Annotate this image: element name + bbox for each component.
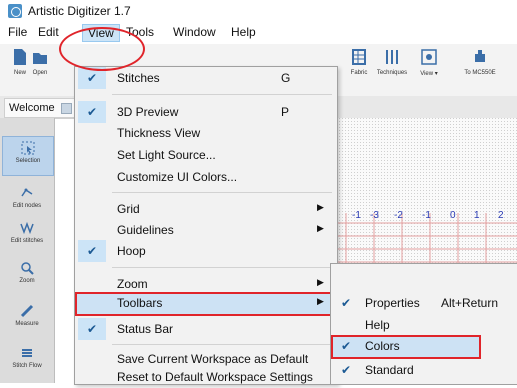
menu-item-hoop[interactable]: ✔ Hoop (75, 240, 335, 262)
submenu-item-label: Standard (365, 363, 414, 377)
menu-item-label: Thickness View (117, 126, 201, 140)
ruler-label: -1 (422, 210, 431, 221)
submenu-item-properties[interactable]: ✔ Properties Alt+Return (331, 292, 517, 314)
submenu-arrow-icon: ▶ (317, 223, 324, 233)
menu-item-label: Stitches (117, 71, 160, 85)
toolbar-open-button[interactable]: Open (20, 48, 60, 76)
tab-welcome-label: Welcome (9, 102, 55, 114)
tool-zoom-label: Zoom (19, 278, 35, 284)
menu-separator (112, 192, 332, 193)
toolbar-techniques-button[interactable]: Techniques (372, 48, 412, 76)
submenu-item-colors[interactable]: ✔ Colors (331, 335, 481, 359)
tab-welcome[interactable]: Welcome (4, 98, 77, 118)
menu-separator (112, 94, 332, 95)
tool-selection-label: Selection (15, 158, 41, 164)
edit-nodes-icon (21, 188, 33, 197)
tab-close-icon[interactable] (60, 102, 72, 114)
send-to-machine-icon (475, 50, 485, 62)
tool-measure-label: Measure (15, 321, 39, 327)
toolbar-send-label: To MC550E (464, 70, 496, 76)
ruler-label: 0 (450, 210, 456, 221)
app-logo-icon (8, 4, 22, 18)
menu-window[interactable]: Window (168, 24, 221, 40)
open-folder-icon (33, 53, 47, 64)
annotation-circle (59, 27, 145, 71)
checkmark-icon: ✔ (78, 318, 106, 340)
menu-item-thickness-view[interactable]: Thickness View (75, 122, 335, 144)
tool-measure[interactable]: Measure (2, 300, 52, 338)
tool-stitch-flow[interactable]: Stitch Flow (2, 342, 52, 380)
tool-edit-stitches-label: Edit stitches (10, 238, 44, 244)
window-title: Artistic Digitizer 1.7 (28, 4, 131, 18)
menu-help[interactable]: Help (226, 24, 261, 40)
toolbar-fabric-label: Fabric (350, 70, 368, 76)
checkmark-icon: ✔ (78, 240, 106, 262)
menu-separator (112, 344, 332, 345)
toolbar-open-label: Open (32, 70, 48, 76)
tool-edit-nodes[interactable]: Edit nodes (2, 182, 52, 220)
menu-item-toolbars[interactable]: Toolbars ▶ (75, 292, 335, 316)
tool-selection[interactable]: Selection (2, 136, 54, 176)
menu-item-label: Toolbars (117, 296, 163, 310)
shortcut-label: P (281, 105, 290, 119)
menu-edit[interactable]: Edit (33, 24, 64, 40)
toolbar-techniques-label: Techniques (376, 70, 408, 76)
measure-icon (20, 304, 34, 318)
submenu-arrow-icon: ▶ (317, 296, 324, 306)
menu-item-label: Zoom (117, 277, 148, 291)
menu-item-label: Set Light Source... (117, 148, 216, 162)
menu-item-set-light-source[interactable]: Set Light Source... (75, 144, 335, 166)
tool-edit-stitches[interactable]: Edit stitches (2, 217, 52, 255)
view-eye-icon (421, 49, 437, 65)
dropdown-arrow-icon: ▾ (433, 71, 438, 77)
stitch-flow-icon (22, 349, 32, 357)
menu-item-label: Save Current Workspace as Default (117, 352, 309, 366)
menu-item-label: Customize UI Colors... (117, 170, 238, 184)
ruler-label: -3 (370, 210, 379, 221)
zoom-magnifier-icon (21, 262, 34, 275)
checkmark-icon: ✔ (340, 296, 352, 310)
tool-edit-nodes-label: Edit nodes (12, 203, 42, 209)
submenu-item-label: Properties (365, 296, 420, 310)
checkmark-icon: ✔ (78, 101, 106, 123)
menu-item-reset-workspace[interactable]: Reset to Default Workspace Settings (75, 366, 335, 388)
shortcut-label: G (281, 71, 291, 85)
menu-separator (112, 267, 332, 268)
submenu-arrow-icon: ▶ (317, 277, 324, 287)
fabric-icon (352, 49, 366, 65)
menu-item-label: Grid (117, 202, 140, 216)
toolbar-view-label: View (420, 71, 434, 77)
tool-zoom[interactable]: Zoom (2, 257, 52, 295)
menu-item-label: Status Bar (117, 322, 174, 336)
submenu-item-standard[interactable]: ✔ Standard (331, 359, 517, 381)
menu-item-grid[interactable]: Grid ▶ (75, 198, 335, 220)
edit-stitches-icon (20, 221, 34, 235)
ruler-label: 1 (474, 210, 480, 221)
menu-item-customize-ui-colors[interactable]: Customize UI Colors... (75, 166, 335, 188)
toolbar-view-button[interactable]: View ▾ (409, 48, 449, 77)
checkmark-icon: ✔ (340, 339, 352, 353)
ruler-label: -1 (352, 210, 361, 221)
techniques-icon (386, 50, 398, 64)
ruler-label: 2 (498, 210, 504, 221)
menu-item-3d-preview[interactable]: ✔ 3D Preview P (75, 101, 335, 123)
submenu-arrow-icon: ▶ (317, 202, 324, 212)
menu-item-status-bar[interactable]: ✔ Status Bar (75, 318, 335, 340)
menu-item-label: 3D Preview (117, 105, 179, 119)
menu-item-label: Hoop (117, 244, 146, 258)
submenu-item-label: Colors (365, 339, 400, 353)
toolbar-send-button[interactable]: To MC550E (456, 48, 504, 76)
menu-file[interactable]: File (3, 24, 32, 40)
submenu-item-label: Help (365, 318, 390, 332)
shortcut-label: Alt+Return (441, 296, 499, 310)
selection-arrow-icon (21, 141, 35, 155)
ruler-label: -2 (394, 210, 403, 221)
submenu-item-help[interactable]: Help (331, 314, 517, 336)
menu-item-guidelines[interactable]: Guidelines ▶ (75, 219, 335, 241)
menu-item-label: Reset to Default Workspace Settings (117, 370, 313, 384)
menu-item-stitches[interactable]: ✔ Stitches G (75, 67, 335, 89)
checkmark-icon: ✔ (340, 363, 352, 377)
menu-item-label: Guidelines (117, 223, 174, 237)
tool-stitch-flow-label: Stitch Flow (12, 363, 42, 369)
